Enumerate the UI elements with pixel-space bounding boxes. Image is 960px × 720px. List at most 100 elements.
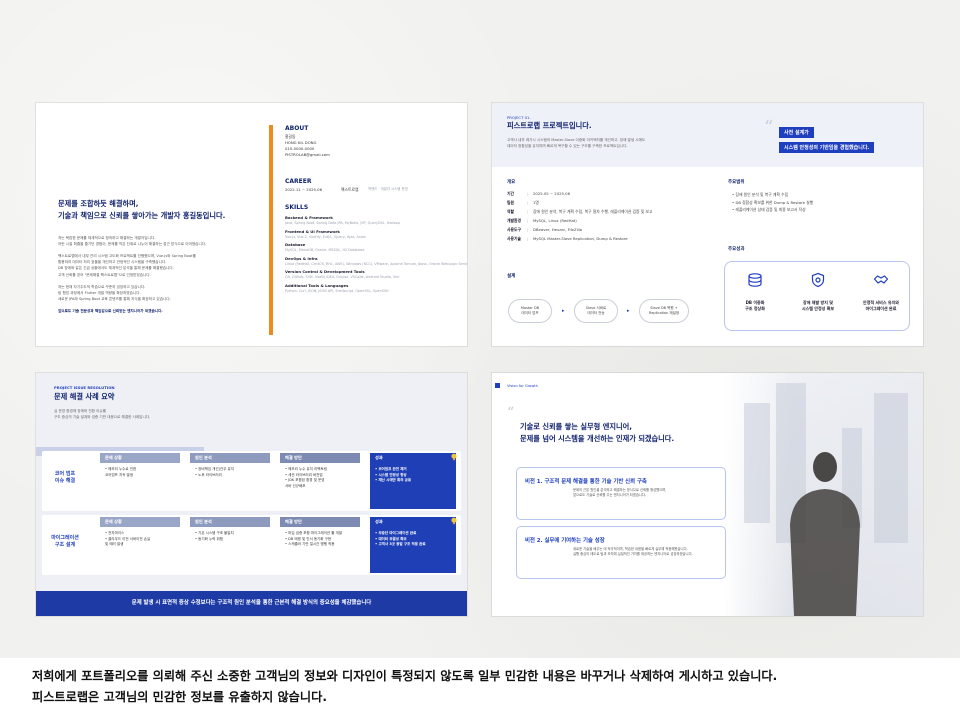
slide1-headline: 문제를 조합하듯 해결하며, 기술과 책임으로 신뢰를 쌓아가는 개발자 홍길동…	[58, 199, 226, 220]
flow-step-2: Slave 서버로 데이터 전송	[574, 299, 618, 323]
overview-value: 2025.05 ~ 2025.06	[533, 191, 570, 196]
disclaimer-line-1: 저희에게 포트폴리오를 의뢰해 주신 소중한 고객님의 정보와 디자인이 특정되…	[32, 669, 778, 683]
arrow-icon: ▸	[562, 308, 565, 314]
about-list: 홍길동 HONG KIL DONG 010-0000-0000 PISTROLAB@g…	[285, 134, 330, 158]
overview-value: 장애 원인 분석, 복구 계획 수립, 복구 절차 수행, 레플리케이션 검증 …	[533, 209, 653, 214]
skills-list: Backend & Framework Java, Spring Boot, Sp…	[285, 213, 467, 294]
issue-cell-line: • 고객사 3곳 동일 구조 적용 완료	[375, 542, 426, 546]
issue-cell-header: 성과	[370, 453, 456, 463]
issue-cell-problem: 문제 상황 • 메모리 누수로 인한 코어덤프 지속 발생	[100, 453, 180, 482]
overview-key: 팀원	[507, 200, 514, 205]
issue-label: PROJECT ISSUE RESOLUTION	[54, 385, 115, 390]
skill-items: MySQL, MariaDB, Oracle, MSSQL, H2 Databa…	[285, 248, 365, 252]
issue-cell-line: • 재난 시에만 회의 공유	[375, 478, 412, 482]
overview-value: MySQL, Linux (RedHat)	[533, 218, 577, 223]
issue-cell-line: 및 에러 발생	[105, 542, 124, 546]
issue-cell-header: 원인 분석	[190, 517, 270, 527]
issue-cell-line: 서버 신규배포	[285, 483, 306, 488]
database-icon	[748, 273, 762, 287]
career-role: 백엔드 · 개발자 시스템 운영	[368, 187, 408, 191]
issue-cell-header: 해결 방안	[280, 453, 360, 463]
issue-cell-problem: 문제 상황 • 전자마이스 • 클라우드 이전 서버이전 손실 및 에러 발생	[100, 517, 180, 552]
overview-sep: |	[527, 218, 529, 223]
effect-title: 주요성과	[728, 247, 745, 252]
issue-cell-line: • 스케줄러 기반 일시간 병행 적용	[285, 542, 335, 546]
orange-divider	[269, 125, 273, 335]
overview-key: 역할	[507, 209, 514, 214]
issue-cell-solution: 해결 방안 • 마입 검증 포함 마이그레이션 툴 개발 • DB 매핑 및 인서 …	[280, 517, 360, 552]
issue-cell-body: • 장비책임 개선(관우 유지 • 노후 라이브러리	[190, 463, 270, 482]
highlight-pill-2: 시스템 안정성의 기반임을 경험했습니다.	[779, 142, 875, 153]
issue-cell-header: 문제 상황	[100, 517, 180, 527]
issue-cell-body: • 메모리 누수로 인한 코어덤프 지속 발생	[100, 463, 180, 482]
slide1-intro-text: 저는 복잡한 문제를 체계적으로 정의하고 해결하는 개발자입니다. 어린 시절 …	[58, 235, 206, 314]
effect-3: 안정적 서비스 유지와 마이그레이션 완료	[863, 300, 899, 311]
project-desc: 고객사 내부 레거시 시스템의 Master-Slave 이중화 아키텍처를 개…	[507, 138, 646, 148]
about-item: PISTROLAB@gmail.com	[285, 152, 330, 157]
issue-cell-cause: 원인 분석 • 기존 시스템 구조 불일치 • 동기화 누락 위험	[190, 517, 270, 546]
project-number: PROJECT 01.	[507, 115, 531, 120]
vision-headline: 기술로 신뢰를 쌓는 실무형 엔지니어, 문제를 넘어 시스템을 개선하는 인재…	[520, 422, 675, 443]
issue-cell-result: 성과 • 코어덤프 완전 제거 • 시스템 안정성 향상 • 재난 시에만 회의 공유	[370, 453, 456, 509]
issue-cell-result: 성과 • 무중단 마이그레이션 완료 • 데이터 무결성 확보 • 고객사 3곳 동일…	[370, 517, 456, 573]
skill-items: Python, Curl, JSON, JSON API, Shellscrip…	[285, 288, 389, 293]
skill-items: Java, Spring Boot, Spring Data JPA, MyBa…	[285, 221, 400, 225]
issue-desc: 실 운영 환경에 장애와 전환 이슈를 구조 중심의 기술 설계와 검증 기반 …	[54, 409, 151, 419]
issue-cell-solution: 해결 방안 • 메모리 누수 유지 리팩토링 • 세션 라이브러리 버전업 • JDK…	[280, 453, 360, 493]
issue-cell-line: 코어덤프 지속 발생	[105, 472, 133, 477]
arrow-icon: ▸	[627, 308, 630, 314]
flow-step-3: Slave DB 복원 + Replication 재설정	[639, 299, 689, 323]
intro-line: 앞으로도 기술 전문성과 책임감으로 신뢰받는 엔지니어가 되겠습니다.	[58, 309, 163, 314]
project-title: 피스트로랩 프로젝트입니다.	[507, 121, 592, 130]
overview-sep: |	[527, 209, 529, 214]
scope-item: • 레플리케이션 상태 검증 및 최종 보고서 작성	[732, 207, 806, 212]
effect-1: DB 이중화 구조 정상화	[745, 300, 765, 311]
issue-cell-body: • 전자마이스 • 클라우드 이전 서버이전 손실 및 에러 발생	[100, 527, 180, 552]
issue-cell-body: • 기존 시스템 구조 불일치 • 동기화 누락 위험	[190, 527, 270, 546]
intro-line: 어린 시절 퍼즐을 즐기던 경험이, 문제를 작은 단위로 나누어 해결하는 접…	[58, 242, 207, 247]
disclaimer-footer: 저희에게 포트폴리오를 의뢰해 주신 소중한 고객님의 정보와 디자인이 특정되…	[0, 658, 960, 720]
scope-item: • 장애 원인 분석 및 복구 계획 수립	[732, 192, 789, 197]
overview-key: 사용기술	[507, 236, 521, 241]
overview-key: 기간	[507, 191, 514, 196]
vision-label: Vision for Growth	[507, 384, 538, 388]
row-label-line: 이슈 해결	[54, 478, 76, 484]
issue-cell-body: • 마입 검증 포함 마이그레이션 툴 개발 • DB 매핑 및 인서 동기화 구…	[280, 527, 360, 552]
quote-icon: “	[764, 117, 774, 138]
issue-title: 문제 해결 사례 요약	[54, 392, 115, 401]
issue-cell-header: 해결 방안	[280, 517, 360, 527]
design-title: 설계	[507, 274, 516, 279]
overview-sep: |	[527, 227, 529, 232]
row-label-line: 구조 설계	[54, 542, 76, 548]
issue-cell-body: • 코어덤프 완전 제거 • 시스템 안정성 향상 • 재난 시에만 회의 공유	[370, 463, 456, 488]
quote-icon: “	[507, 405, 515, 421]
effect-2: 장애 재발 방지 및 시스템 안정성 확보	[801, 300, 835, 311]
skill-items: Git, Github, SVN, IntelliJ IDEA, Eclipse…	[285, 275, 400, 279]
issue-cell-body: • 메모리 누수 유지 리팩토링 • 세션 라이브러리 버전업 • JDK 포함된 …	[280, 463, 360, 493]
overview-sep: |	[527, 191, 529, 196]
overview-sep: |	[527, 236, 529, 241]
scope-item: • DB 정합성 확보를 위한 Dump & Restore 실행	[732, 199, 814, 205]
shield-gear-icon	[811, 272, 825, 288]
overview-title: 개요	[507, 180, 516, 185]
issue-cell-header: 성과	[370, 517, 456, 527]
slide-issue-resolution: PROJECT ISSUE RESOLUTION 문제 해결 사례 요약 실 운…	[36, 373, 467, 616]
vision-card-2: 비전 2. 실무에 기여하는 기술 성장 새로운 기술을 배우는 데 적극적이며…	[516, 526, 726, 579]
career-company: 팩스트로랩	[341, 187, 359, 192]
overview-value: DBeaver, Heuarc, FileZilla	[533, 227, 583, 232]
row-label-line: 코어 덤프	[54, 471, 76, 477]
issue-cell-line: • 노후 라이브러리	[195, 472, 222, 477]
lightbulb-icon	[451, 453, 457, 461]
row-label: 마이그레이션 구조 설계	[42, 535, 88, 549]
vision-card-1: 비전 1. 구조적 문제 해결을 통한 기술 기반 신뢰 구축 문제의 근본 원…	[516, 467, 726, 520]
skills-title: SKILLS	[285, 204, 309, 211]
person-silhouette	[790, 452, 860, 616]
overview-key: 사용도구	[507, 227, 521, 232]
overview-value: 1명	[533, 200, 539, 205]
issue-cell-body: • 무중단 마이그레이션 완료 • 데이터 무결성 확보 • 고객사 3곳 동일 구…	[370, 527, 456, 552]
scope-list: • 장애 원인 분석 및 복구 계획 수립 • DB 정합성 확보를 위한 Dum…	[732, 191, 813, 214]
overview-value: MySQL Master-Slave Replication, Dump & R…	[533, 236, 628, 241]
effect-box: DB 이중화 구조 정상화 장애 재발 방지 및 시스템 안정성 확보 안정적 서비…	[724, 261, 910, 331]
slide-project: PROJECT 01. 피스트로랩 프로젝트입니다. 고객사 내부 레거시 시스…	[492, 103, 923, 346]
issue-cell-header: 문제 상황	[100, 453, 180, 463]
